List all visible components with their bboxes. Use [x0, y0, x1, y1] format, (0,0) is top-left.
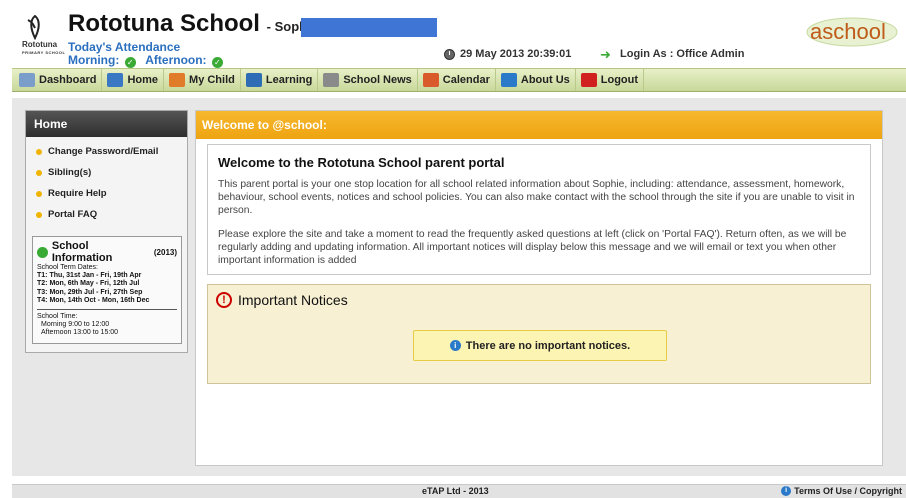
clock-icon	[444, 49, 455, 60]
sidebar-item-siblings[interactable]: Sibling(s)	[36, 162, 187, 183]
term-date: T1: Thu, 31st Jan - Fri, 19th Apr	[37, 272, 142, 280]
monitor-icon	[245, 73, 262, 87]
school-information-box: School Information (2013) School Term Dat…	[32, 236, 182, 344]
morning-time: Morning 9:00 to 12:00	[41, 321, 110, 329]
morning-check-icon: ✓	[124, 57, 136, 68]
attendance-status: Morning: ✓ Afternoon: ✓	[68, 53, 223, 68]
main-panel-title: Welcome to @school:	[196, 111, 882, 139]
nav-item-home[interactable]: Home	[102, 69, 165, 91]
school-logo-text: Rototuna PRIMARY SCHOOL	[22, 40, 66, 56]
nav-item-logout[interactable]: Logout	[576, 69, 645, 91]
welcome-paragraph-2: Please explore the site and take a momen…	[218, 229, 847, 266]
divider	[37, 309, 177, 311]
nav-item-label: My Child	[189, 74, 235, 86]
no-notices-message: i There are no important notices.	[413, 330, 667, 361]
info-icon: i	[449, 340, 461, 351]
main-panel: Welcome to @school: Welcome to the Rotot…	[195, 110, 883, 466]
power-icon	[580, 73, 597, 87]
info-icon	[500, 73, 517, 87]
page-header: Rototuna PRIMARY SCHOOL Rototuna School …	[0, 0, 906, 68]
nav-item-label: Logout	[600, 74, 639, 86]
nav-item-about-us[interactable]: About Us	[496, 69, 576, 91]
sidebar-title: Home	[26, 111, 187, 137]
bullet-icon	[36, 190, 42, 197]
important-notices-box: ! Important Notices i There are no impor…	[207, 284, 871, 384]
school-logo-icon	[27, 14, 40, 40]
afternoon-check-icon: ✓	[211, 57, 223, 68]
alert-icon: !	[216, 292, 232, 308]
term-date: T3: Mon, 29th Jul - Fri, 27th Sep	[37, 288, 143, 296]
term-date: T4: Mon, 14th Oct - Mon, 16th Dec	[37, 296, 150, 304]
school-time-heading: School Time:	[37, 313, 78, 321]
welcome-title: Welcome to the Rototuna School parent po…	[218, 155, 505, 170]
nav-item-label: Home	[127, 74, 159, 86]
bullet-icon	[36, 169, 42, 176]
login-arrow-icon: ➜	[600, 47, 611, 62]
school-information-title: School Information (2013)	[37, 240, 177, 264]
sidebar-item-portal-faq[interactable]: Portal FAQ	[36, 204, 187, 225]
news-icon	[323, 73, 340, 87]
nav-item-school-news[interactable]: School News	[318, 69, 418, 91]
aschool-brand-logo[interactable]: aschool	[800, 12, 898, 48]
people-icon	[169, 73, 186, 87]
nav-item-dashboard[interactable]: Dashboard	[14, 69, 103, 91]
nav-item-learning[interactable]: Learning	[241, 69, 319, 91]
footer-copyright: eTAP Ltd - 2013	[422, 486, 489, 496]
nav-item-calendar[interactable]: Calendar	[418, 69, 496, 91]
bullet-icon	[36, 211, 42, 218]
nav-item-label: Dashboard	[39, 74, 97, 86]
nav-item-label: Learning	[265, 74, 313, 86]
calendar-icon	[422, 73, 439, 87]
main-nav: Dashboard Home My Child Learning School News…	[12, 68, 906, 92]
current-datetime: 29 May 2013 20:39:01	[460, 48, 572, 60]
welcome-paragraph-1: This parent portal is your one stop loca…	[218, 179, 855, 216]
term-date: T2: Mon, 6th May - Fri, 12th Jul	[37, 280, 140, 288]
attendance-title: Today's Attendance	[68, 40, 181, 54]
sidebar: Home Change Password/Email Sibling(s) Re…	[25, 110, 188, 353]
info-icon: i	[781, 486, 792, 496]
nav-item-label: About Us	[520, 74, 570, 86]
afternoon-time: Afternoon 13:00 to 15:00	[41, 329, 119, 337]
home-icon	[107, 73, 124, 87]
term-heading: School Term Dates:	[37, 264, 98, 271]
info-green-icon	[37, 246, 48, 258]
dashboard-icon	[19, 73, 35, 87]
redaction-bar	[301, 18, 437, 37]
bullet-icon	[36, 148, 42, 155]
sidebar-menu: Change Password/Email Sibling(s) Require…	[26, 137, 187, 225]
login-as-label: Login As : Office Admin	[620, 48, 745, 60]
svg-text:aschool: aschool	[810, 19, 886, 44]
nav-item-my-child[interactable]: My Child	[164, 69, 241, 91]
nav-item-label: Calendar	[442, 74, 490, 86]
page-footer: eTAP Ltd - 2013 i Terms Of Use / Copyrig…	[12, 484, 906, 498]
sidebar-item-require-help[interactable]: Require Help	[36, 183, 187, 204]
sidebar-item-change-password[interactable]: Change Password/Email	[36, 141, 187, 162]
important-notices-title: ! Important Notices	[216, 292, 348, 308]
welcome-box: Welcome to the Rototuna School parent po…	[207, 144, 871, 275]
nav-item-label: School News	[343, 74, 412, 86]
school-name: Rototuna School - Sophie G	[68, 10, 332, 37]
terms-of-use-link[interactable]: i Terms Of Use / Copyright	[781, 486, 902, 496]
